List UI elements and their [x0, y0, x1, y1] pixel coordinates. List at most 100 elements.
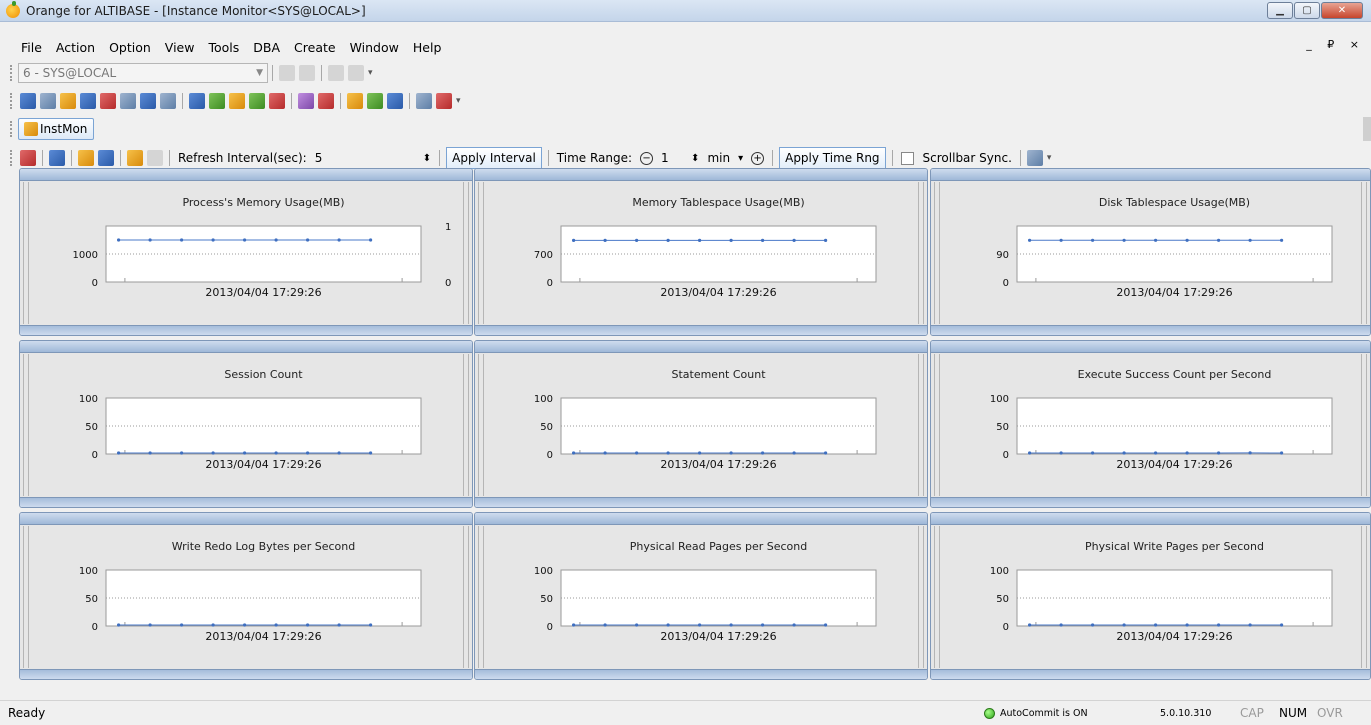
monitor-items-icon[interactable]	[49, 150, 65, 166]
chart-panel[interactable]: Physical Write Pages per Second 100 50 0 201…	[930, 512, 1371, 680]
y-tick-label: 0	[547, 622, 553, 633]
toolbar-overflow-icon[interactable]: ▾	[1047, 153, 1052, 163]
rollback-icon[interactable]	[348, 65, 364, 81]
tab-instmon[interactable]: InstMon	[18, 118, 95, 140]
table-icon[interactable]	[80, 93, 96, 109]
grid-icon[interactable]	[140, 93, 156, 109]
menu-option[interactable]: Option	[102, 40, 158, 55]
plan-icon[interactable]	[60, 93, 76, 109]
time-range-spinner[interactable]: ⬍	[691, 153, 699, 164]
start-monitor-icon[interactable]	[127, 150, 143, 166]
chart-panel[interactable]: Process's Memory Usage(MB) 1000 0 1 0 2013/04…	[19, 168, 473, 336]
sql-editor-icon[interactable]	[20, 93, 36, 109]
query-builder-icon[interactable]	[120, 93, 136, 109]
chart-svg: Memory Tablespace Usage(MB) 700 0 2013/04/0…	[534, 196, 877, 299]
toolbar-overflow-icon[interactable]: ▾	[368, 68, 373, 78]
data-point	[369, 451, 373, 455]
refresh-interval-input[interactable]: 5	[315, 151, 415, 165]
chevron-down-icon[interactable]: ▾	[738, 153, 743, 164]
time-unit-select[interactable]: min	[707, 151, 730, 165]
time-range-input[interactable]: 1	[661, 151, 683, 165]
data-point	[1185, 451, 1189, 455]
monitor-settings-icon[interactable]	[20, 150, 36, 166]
chart-title: Write Redo Log Bytes per Second	[172, 540, 355, 553]
database-icon[interactable]	[100, 93, 116, 109]
data-point	[1217, 451, 1221, 455]
chart-panel[interactable]: Execute Success Count per Second 100 50 0 20…	[930, 340, 1371, 508]
data-point	[274, 623, 278, 627]
sql-tuning-icon[interactable]	[189, 93, 205, 109]
toolbar-separator	[772, 150, 774, 166]
menu-create[interactable]: Create	[287, 40, 343, 55]
toolbar-overflow-icon[interactable]: ▾	[456, 96, 461, 106]
toolbar-grip[interactable]	[10, 121, 14, 137]
stop-monitor-icon[interactable]	[147, 150, 163, 166]
refresh-interval-spinner[interactable]: ⬍	[423, 153, 431, 164]
chart-panel[interactable]: Write Redo Log Bytes per Second 100 50 0 201…	[19, 512, 473, 680]
menu-dba[interactable]: DBA	[246, 40, 287, 55]
transfer-icon[interactable]	[436, 93, 452, 109]
chart-panel[interactable]: Statement Count 100 50 0 2013/04/04 17:29:26	[474, 340, 928, 508]
save-icon[interactable]	[98, 150, 114, 166]
menu-window[interactable]: Window	[343, 40, 406, 55]
commit-icon[interactable]	[328, 65, 344, 81]
session-icon[interactable]	[318, 93, 334, 109]
zoom-in-icon[interactable]: +	[751, 151, 765, 165]
data-point	[369, 623, 373, 627]
data-point	[1248, 623, 1252, 627]
export-icon[interactable]	[249, 93, 265, 109]
connection-select[interactable]: 6 - SYS@LOCAL ▼	[18, 63, 268, 83]
apply-interval-button[interactable]: Apply Interval	[446, 147, 542, 169]
analyze-icon[interactable]	[209, 93, 225, 109]
properties-icon[interactable]	[1026, 150, 1043, 166]
chart-panel[interactable]: Session Count 100 50 0 2013/04/04 17:29:26	[19, 340, 473, 508]
monitor-icon[interactable]	[298, 93, 314, 109]
minimize-button[interactable]: ▁	[1267, 2, 1293, 19]
data-point	[792, 623, 796, 627]
chart-panel[interactable]: Disk Tablespace Usage(MB) 90 0 2013/04/04 1…	[930, 168, 1371, 336]
scrollbar-sync-checkbox[interactable]	[900, 151, 914, 165]
y-tick-label: 100	[990, 394, 1009, 405]
apply-time-range-button[interactable]: Apply Time Rng	[779, 147, 886, 169]
toolbar-separator	[321, 65, 322, 81]
users-icon[interactable]	[367, 93, 383, 109]
import-icon[interactable]	[269, 93, 285, 109]
toolbar-grip[interactable]	[10, 150, 14, 166]
security-icon[interactable]	[387, 93, 403, 109]
zoom-out-icon[interactable]: −	[640, 151, 654, 165]
open-folder-icon[interactable]	[78, 150, 94, 166]
chart-panel[interactable]: Memory Tablespace Usage(MB) 700 0 2013/04/0…	[474, 168, 928, 336]
connect-icon[interactable]	[279, 65, 295, 81]
chart-title: Physical Write Pages per Second	[1085, 540, 1264, 553]
data-point	[211, 623, 215, 627]
data-point	[1154, 451, 1158, 455]
close-button[interactable]: ✕	[1321, 2, 1363, 19]
menu-tools[interactable]: Tools	[201, 40, 246, 55]
db-compare-icon[interactable]	[229, 93, 245, 109]
menu-view[interactable]: View	[158, 40, 202, 55]
disconnect-icon[interactable]	[299, 65, 315, 81]
maximize-button[interactable]: ▢	[1294, 2, 1320, 19]
data-point	[117, 451, 121, 455]
data-point	[1248, 238, 1252, 242]
toolbar-separator	[120, 150, 121, 166]
y-tick-label: 1000	[73, 250, 98, 261]
menu-file[interactable]: File	[14, 40, 49, 55]
instance-monitor-icon	[24, 122, 38, 136]
toolbar-grip[interactable]	[10, 93, 14, 109]
schema-browser-icon[interactable]	[40, 93, 56, 109]
toolbar-grip[interactable]	[10, 65, 14, 81]
tab-bar-edge	[1363, 117, 1371, 141]
mdi-window-controls[interactable]: _ ₽ ×	[1306, 38, 1365, 51]
edit-icon[interactable]	[160, 93, 176, 109]
data-point	[1280, 451, 1284, 455]
menu-help[interactable]: Help	[406, 40, 449, 55]
scrollbar-sync-label: Scrollbar Sync.	[922, 151, 1012, 165]
data-point	[337, 623, 341, 627]
storage-icon[interactable]	[347, 93, 363, 109]
chart-panel[interactable]: Physical Read Pages per Second 100 50 0 2013…	[474, 512, 928, 680]
y-tick-label: 100	[990, 566, 1009, 577]
menu-action[interactable]: Action	[49, 40, 102, 55]
report-icon[interactable]	[416, 93, 432, 109]
autocommit-status[interactable]: AutoCommit is ON	[1000, 708, 1088, 719]
